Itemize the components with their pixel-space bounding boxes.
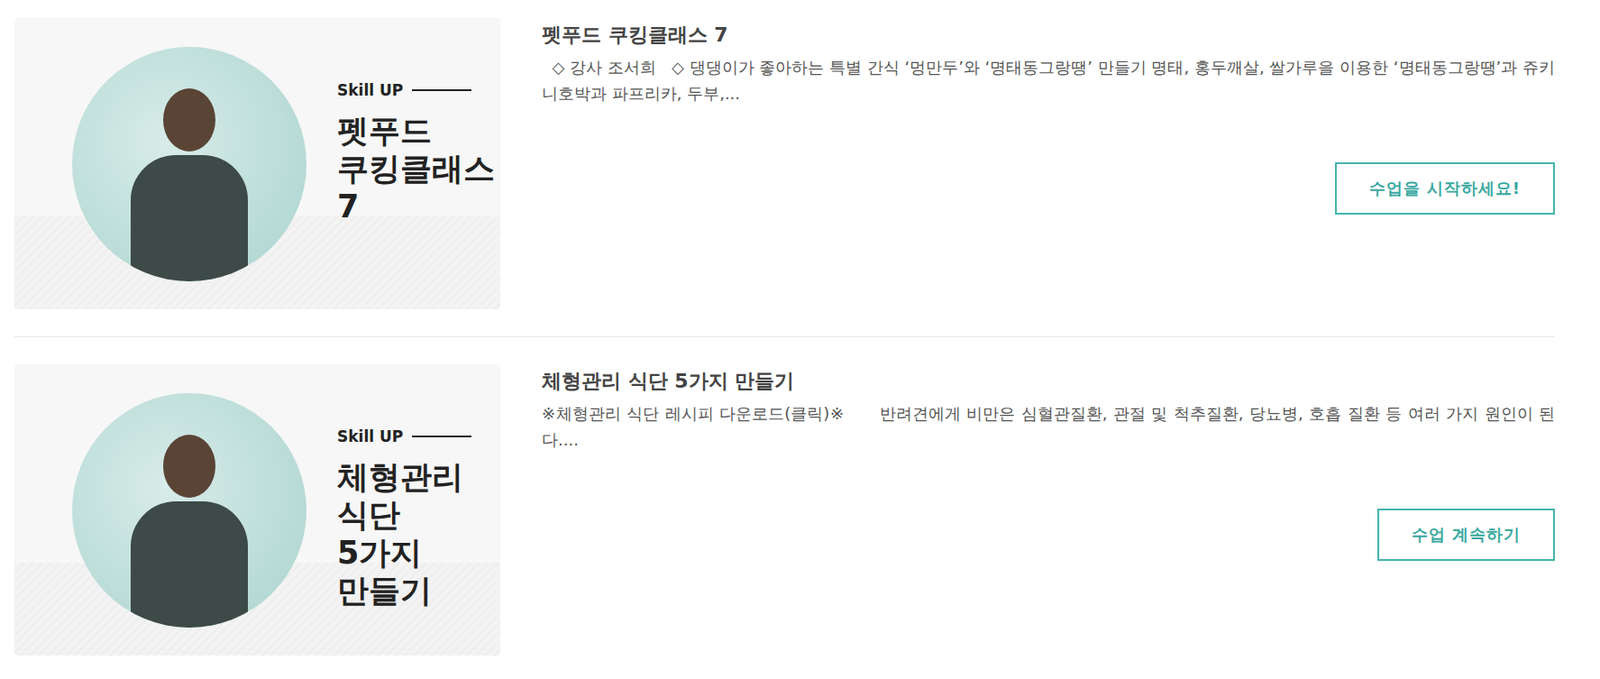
course-button[interactable]: 수업 계속하기 [1377, 508, 1555, 561]
person-silhouette [130, 434, 248, 628]
instructor-photo [72, 393, 307, 628]
instructor-photo [72, 46, 307, 282]
person-silhouette [130, 88, 248, 282]
thumbnail-tag: Skill UP [337, 427, 472, 446]
thumbnail-tag: Skill UP [337, 81, 501, 100]
course-list: Skill UP 펫푸드쿠킹클래스7 펫푸드 쿠킹클래스 7 ◇ 강사 조서희 ◇ … [0, 0, 1600, 679]
course-info: 체형관리 식단 5가지 만들기 ※체형관리 식단 레시피 다운로드(클릭)※ 반려… [541, 364, 1555, 656]
thumbnail-title: 체형관리식단5가지만들기 [337, 457, 472, 610]
course-row: Skill UP 체형관리식단5가지만들기 체형관리 식단 5가지 만들기 ※체형관리… [14, 336, 1555, 679]
thumbnail-title: 펫푸드쿠킹클래스7 [337, 111, 501, 226]
course-info: 펫푸드 쿠킹클래스 7 ◇ 강사 조서희 ◇ 댕댕이가 좋아하는 특별 간식 ‘… [541, 18, 1555, 310]
course-thumbnail[interactable]: Skill UP 체형관리식단5가지만들기 [14, 364, 501, 656]
course-title[interactable]: 체형관리 식단 5가지 만들기 [541, 367, 1555, 396]
course-description: ※체형관리 식단 레시피 다운로드(클릭)※ 반려견에게 비만은 심혈관질환, … [541, 401, 1555, 454]
thumbnail-caption: Skill UP 체형관리식단5가지만들기 [337, 393, 472, 610]
course-thumbnail[interactable]: Skill UP 펫푸드쿠킹클래스7 [14, 18, 501, 310]
course-row: Skill UP 펫푸드쿠킹클래스7 펫푸드 쿠킹클래스 7 ◇ 강사 조서희 ◇ … [14, 18, 1555, 337]
thumbnail-caption: Skill UP 펫푸드쿠킹클래스7 [337, 46, 501, 226]
course-description: ◇ 강사 조서희 ◇ 댕댕이가 좋아하는 특별 간식 ‘멍만두’와 ‘명태동그랑… [541, 54, 1555, 108]
course-button[interactable]: 수업을 시작하세요! [1334, 162, 1555, 215]
course-title[interactable]: 펫푸드 쿠킹클래스 7 [541, 21, 1555, 50]
